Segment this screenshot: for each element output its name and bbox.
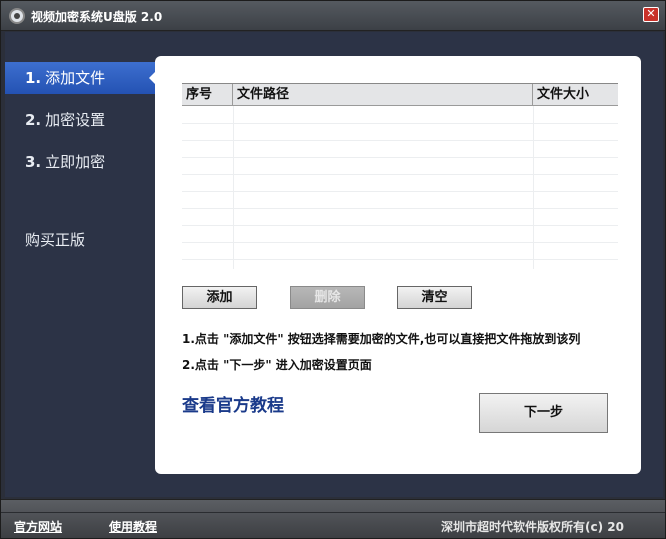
app-window: 视频加密系统U盘版 2.0 ✕ 1. 添加文件 2. 加密设置 3. 立即加密 购买正… bbox=[0, 0, 666, 539]
hint-line-2: 2.点击 "下一步" 进入加密设置页面 bbox=[182, 358, 372, 372]
sidebar-item-number: 2. bbox=[25, 111, 42, 129]
table-row bbox=[182, 140, 618, 141]
table-row bbox=[182, 191, 618, 192]
official-tutorial-link[interactable]: 查看官方教程 bbox=[182, 391, 284, 416]
sidebar-item-number: 1. bbox=[25, 69, 42, 87]
usage-tutorial-link[interactable]: 使用教程 bbox=[109, 518, 157, 535]
table-row bbox=[182, 225, 618, 226]
table-row bbox=[182, 259, 618, 260]
footer-divider bbox=[1, 512, 665, 513]
table-row bbox=[182, 157, 618, 158]
column-divider bbox=[533, 106, 534, 269]
copyright-text: 深圳市超时代软件版权所有(c) 20 bbox=[441, 520, 624, 534]
content-panel: 序号 文件路径 文件大小 添加 删除 清空 1.点击 "添加文件" 按钮选择需要… bbox=[155, 56, 641, 474]
sidebar-item-encrypt-settings[interactable]: 2. 加密设置 bbox=[5, 104, 155, 136]
hint-line-1: 1.点击 "添加文件" 按钮选择需要加密的文件,也可以直接把文件拖放到该列 bbox=[182, 332, 581, 346]
table-row bbox=[182, 123, 618, 124]
sidebar-item-number: 3. bbox=[25, 153, 42, 171]
footer-bar: 官方网站 使用教程 深圳市超时代软件版权所有(c) 20 bbox=[1, 499, 665, 538]
sidebar-item-label: 加密设置 bbox=[45, 111, 106, 129]
official-site-link[interactable]: 官方网站 bbox=[14, 518, 62, 535]
title-bar[interactable]: 视频加密系统U盘版 2.0 ✕ bbox=[1, 1, 665, 31]
sidebar-item-label: 购买正版 bbox=[25, 231, 86, 249]
sidebar-item-add-files[interactable]: 1. 添加文件 bbox=[5, 62, 155, 94]
clear-button[interactable]: 清空 bbox=[397, 286, 472, 309]
table-header: 序号 文件路径 文件大小 bbox=[182, 84, 618, 106]
next-step-button[interactable]: 下一步 bbox=[479, 393, 608, 433]
main-area: 1. 添加文件 2. 加密设置 3. 立即加密 购买正版 序号 文件路径 文件大小 bbox=[5, 32, 663, 497]
column-header-size[interactable]: 文件大小 bbox=[533, 84, 618, 106]
window-title: 视频加密系统U盘版 2.0 bbox=[31, 10, 163, 24]
sidebar-item-label: 添加文件 bbox=[45, 69, 106, 87]
table-row bbox=[182, 242, 618, 243]
close-icon[interactable]: ✕ bbox=[643, 7, 659, 22]
column-header-index[interactable]: 序号 bbox=[182, 84, 233, 106]
sidebar-item-label: 立即加密 bbox=[45, 153, 106, 171]
table-row bbox=[182, 208, 618, 209]
table-row bbox=[182, 174, 618, 175]
add-button[interactable]: 添加 bbox=[182, 286, 257, 309]
column-divider bbox=[233, 106, 234, 269]
app-logo-icon bbox=[9, 8, 25, 24]
delete-button[interactable]: 删除 bbox=[290, 286, 365, 309]
sidebar-item-encrypt-now[interactable]: 3. 立即加密 bbox=[5, 146, 155, 178]
sidebar-item-buy[interactable]: 购买正版 bbox=[5, 224, 155, 256]
column-header-path[interactable]: 文件路径 bbox=[233, 84, 533, 106]
file-table[interactable]: 序号 文件路径 文件大小 bbox=[182, 83, 618, 269]
